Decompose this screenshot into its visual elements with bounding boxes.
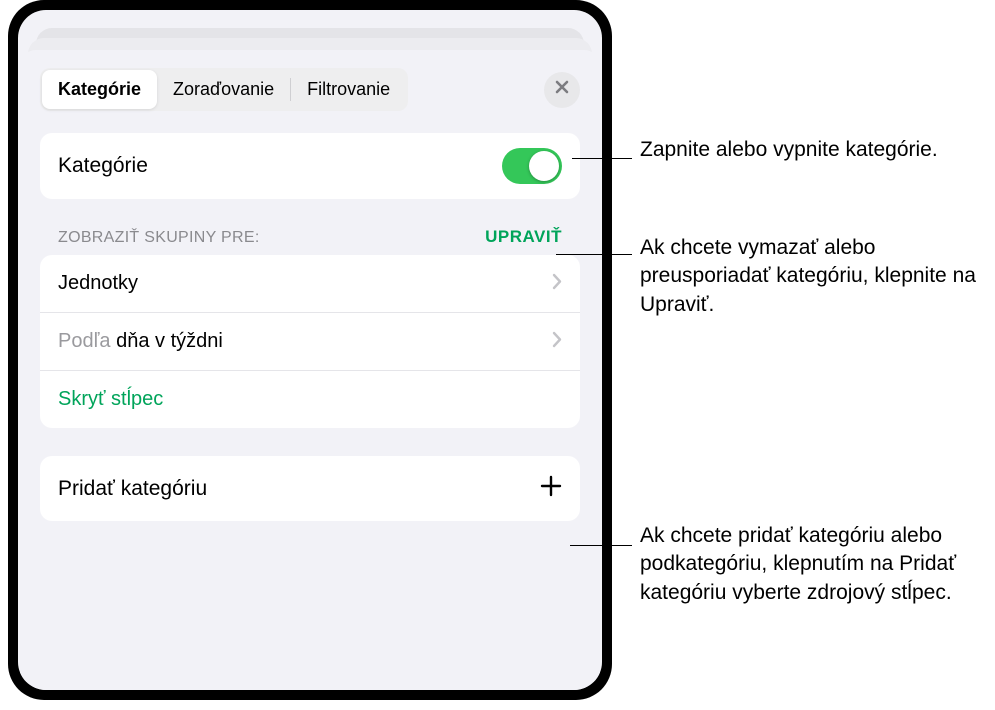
sheet-header: Kategórie Zoraďovanie Filtrovanie bbox=[40, 68, 580, 111]
close-button[interactable] bbox=[544, 72, 580, 108]
close-icon bbox=[554, 79, 570, 100]
groups-section-header: Zobraziť skupiny pre: Upraviť bbox=[40, 227, 580, 255]
callout-line bbox=[570, 545, 632, 546]
toggle-knob bbox=[529, 151, 559, 181]
add-category-card: Pridať kategóriu bbox=[40, 456, 580, 521]
tab-filtering[interactable]: Filtrovanie bbox=[291, 70, 406, 109]
categories-toggle-card: Kategórie bbox=[40, 133, 580, 199]
row-label: Jednotky bbox=[58, 272, 138, 295]
categories-toggle[interactable] bbox=[502, 148, 562, 184]
categories-toggle-row: Kategórie bbox=[40, 133, 580, 199]
categories-toggle-label: Kategórie bbox=[58, 154, 148, 178]
add-category-label: Pridať kategóriu bbox=[58, 477, 207, 501]
row-label: Podľa dňa v týždni bbox=[58, 330, 223, 353]
segmented-control: Kategórie Zoraďovanie Filtrovanie bbox=[40, 68, 408, 111]
plus-icon bbox=[540, 475, 562, 502]
callout-add: Ak chcete pridať kategóriu alebo podkate… bbox=[640, 522, 990, 607]
group-row-units[interactable]: Jednotky bbox=[40, 255, 580, 313]
callout-line bbox=[572, 158, 632, 159]
hide-column-row[interactable]: Skryť stĺpec bbox=[40, 371, 580, 428]
add-category-button[interactable]: Pridať kategóriu bbox=[40, 456, 580, 521]
edit-button[interactable]: Upraviť bbox=[485, 227, 562, 247]
groups-section-title: Zobraziť skupiny pre: bbox=[58, 229, 260, 247]
tab-sorting[interactable]: Zoraďovanie bbox=[157, 70, 290, 109]
callout-toggle: Zapnite alebo vypnite kategórie. bbox=[640, 136, 990, 164]
groups-list: Jednotky Podľa dňa v týždni Skryť stĺpec bbox=[40, 255, 580, 428]
device-frame: Kategórie Zoraďovanie Filtrovanie Kategó… bbox=[8, 0, 612, 700]
tab-categories[interactable]: Kategórie bbox=[42, 70, 157, 109]
group-row-byday[interactable]: Podľa dňa v týždni bbox=[40, 313, 580, 371]
callout-edit: Ak chcete vymazať alebo preusporiadať ka… bbox=[640, 234, 990, 319]
screen: Kategórie Zoraďovanie Filtrovanie Kategó… bbox=[18, 10, 602, 690]
chevron-right-icon bbox=[552, 273, 562, 295]
callout-line bbox=[556, 254, 632, 255]
chevron-right-icon bbox=[552, 331, 562, 353]
row-label: Skryť stĺpec bbox=[58, 388, 163, 411]
settings-sheet: Kategórie Zoraďovanie Filtrovanie Kategó… bbox=[20, 50, 600, 690]
